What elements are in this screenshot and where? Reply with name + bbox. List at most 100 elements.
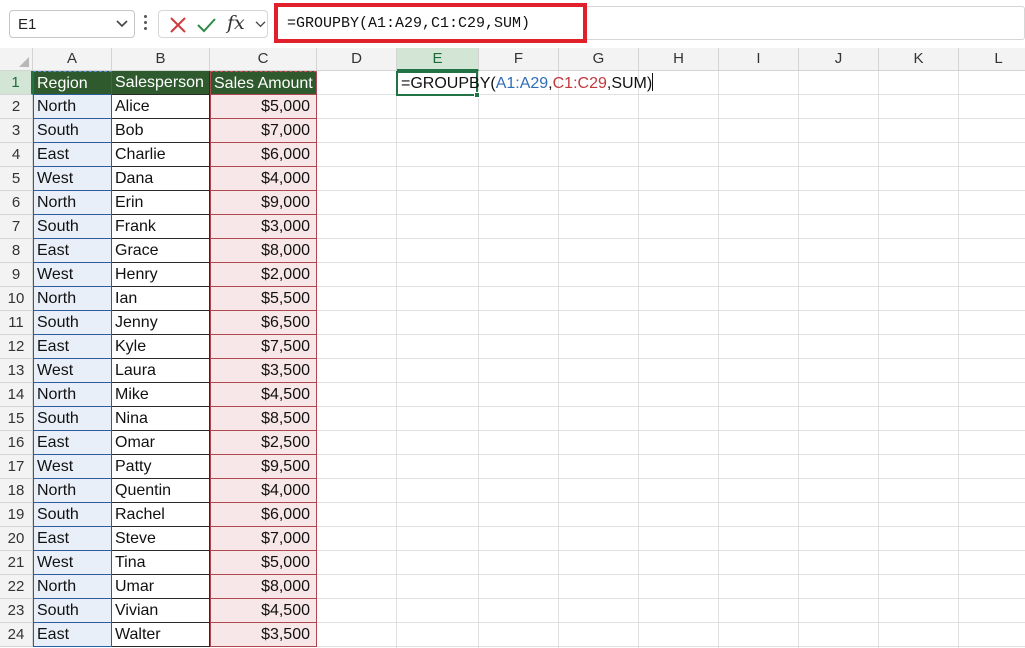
row-header-15[interactable]: 15 <box>0 407 33 431</box>
chevron-down-icon[interactable] <box>116 19 128 29</box>
cell-sales-amount[interactable]: $5,000 <box>210 95 317 119</box>
insert-function-button[interactable]: fx <box>227 12 245 34</box>
column-header-j[interactable]: J <box>799 48 879 71</box>
cell-salesperson[interactable]: Umar <box>112 575 210 599</box>
cell-sales-amount[interactable]: $8,000 <box>210 239 317 263</box>
select-all-button[interactable] <box>0 48 33 71</box>
cell-salesperson[interactable]: Omar <box>112 431 210 455</box>
cell-salesperson[interactable]: Henry <box>112 263 210 287</box>
column-header-l[interactable]: L <box>959 48 1025 71</box>
cell-sales-amount[interactable]: $7,000 <box>210 527 317 551</box>
column-header-b[interactable]: B <box>112 48 210 71</box>
cell-region[interactable]: East <box>33 335 112 359</box>
cell-region[interactable]: South <box>33 407 112 431</box>
cell-salesperson[interactable]: Patty <box>112 455 210 479</box>
cell-salesperson[interactable]: Bob <box>112 119 210 143</box>
column-header-f[interactable]: F <box>479 48 559 71</box>
row-header-12[interactable]: 12 <box>0 335 33 359</box>
cell-salesperson[interactable]: Kyle <box>112 335 210 359</box>
row-header-17[interactable]: 17 <box>0 455 33 479</box>
cell-region[interactable]: South <box>33 119 112 143</box>
cell-salesperson[interactable]: Nina <box>112 407 210 431</box>
cell-region[interactable]: North <box>33 95 112 119</box>
cell-salesperson[interactable]: Quentin <box>112 479 210 503</box>
row-header-13[interactable]: 13 <box>0 359 33 383</box>
name-box[interactable]: E1 <box>9 10 135 38</box>
spreadsheet-grid[interactable]: ABCDEFGHIJKL 1 2 3 4 5 6 7 8 9 10 11 12 13 14 15 16 17 18… <box>0 48 1025 648</box>
cell-salesperson[interactable]: Charlie <box>112 143 210 167</box>
cell-salesperson[interactable]: Laura <box>112 359 210 383</box>
cell-region[interactable]: West <box>33 167 112 191</box>
cell-region[interactable]: West <box>33 455 112 479</box>
cell-region[interactable]: East <box>33 623 112 647</box>
row-header-5[interactable]: 5 <box>0 167 33 191</box>
row-header-3[interactable]: 3 <box>0 119 33 143</box>
cell-region[interactable]: East <box>33 431 112 455</box>
cell-sales-amount[interactable]: $4,000 <box>210 479 317 503</box>
column-header-a[interactable]: A <box>33 48 112 71</box>
row-header-23[interactable]: 23 <box>0 599 33 623</box>
row-header-21[interactable]: 21 <box>0 551 33 575</box>
cell-salesperson[interactable]: Alice <box>112 95 210 119</box>
cancel-icon[interactable] <box>167 14 189 36</box>
row-header-9[interactable]: 9 <box>0 263 33 287</box>
header-cell-sales-amount[interactable]: Sales Amount <box>210 71 317 95</box>
cell-sales-amount[interactable]: $2,000 <box>210 263 317 287</box>
cell-region[interactable]: North <box>33 383 112 407</box>
header-cell-salesperson[interactable]: Salesperson <box>112 71 210 95</box>
row-header-8[interactable]: 8 <box>0 239 33 263</box>
check-icon[interactable] <box>195 14 217 36</box>
column-header-i[interactable]: I <box>719 48 799 71</box>
cell-region[interactable]: South <box>33 215 112 239</box>
header-cell-region[interactable]: Region <box>33 71 112 95</box>
row-header-4[interactable]: 4 <box>0 143 33 167</box>
row-header-20[interactable]: 20 <box>0 527 33 551</box>
cell-sales-amount[interactable]: $8,500 <box>210 407 317 431</box>
cell-region[interactable]: North <box>33 479 112 503</box>
row-header-24[interactable]: 24 <box>0 623 33 647</box>
cell-sales-amount[interactable]: $6,000 <box>210 143 317 167</box>
cell-salesperson[interactable]: Erin <box>112 191 210 215</box>
row-header-1[interactable]: 1 <box>0 71 33 95</box>
cell-sales-amount[interactable]: $4,000 <box>210 167 317 191</box>
row-header-16[interactable]: 16 <box>0 431 33 455</box>
row-header-7[interactable]: 7 <box>0 215 33 239</box>
column-header-e[interactable]: E <box>397 48 479 71</box>
cell-salesperson[interactable]: Mike <box>112 383 210 407</box>
cell-region[interactable]: South <box>33 599 112 623</box>
column-header-c[interactable]: C <box>210 48 317 71</box>
cell-region[interactable]: West <box>33 263 112 287</box>
row-header-11[interactable]: 11 <box>0 311 33 335</box>
row-header-10[interactable]: 10 <box>0 287 33 311</box>
cell-sales-amount[interactable]: $5,000 <box>210 551 317 575</box>
chevron-down-icon[interactable] <box>255 20 266 29</box>
cell-sales-amount[interactable]: $4,500 <box>210 599 317 623</box>
cell-salesperson[interactable]: Steve <box>112 527 210 551</box>
cell-salesperson[interactable]: Walter <box>112 623 210 647</box>
cell-region[interactable]: North <box>33 191 112 215</box>
cell-region[interactable]: East <box>33 143 112 167</box>
row-header-2[interactable]: 2 <box>0 95 33 119</box>
cell-sales-amount[interactable]: $3,000 <box>210 215 317 239</box>
cell-region[interactable]: East <box>33 239 112 263</box>
cell-sales-amount[interactable]: $2,500 <box>210 431 317 455</box>
cell-sales-amount[interactable]: $8,000 <box>210 575 317 599</box>
cell-sales-amount[interactable]: $6,000 <box>210 503 317 527</box>
cell-salesperson[interactable]: Rachel <box>112 503 210 527</box>
cell-salesperson[interactable]: Jenny <box>112 311 210 335</box>
row-header-19[interactable]: 19 <box>0 503 33 527</box>
row-header-22[interactable]: 22 <box>0 575 33 599</box>
column-header-k[interactable]: K <box>879 48 959 71</box>
cell-sales-amount[interactable]: $7,500 <box>210 335 317 359</box>
cell-sales-amount[interactable]: $5,500 <box>210 287 317 311</box>
cell-salesperson[interactable]: Ian <box>112 287 210 311</box>
row-header-14[interactable]: 14 <box>0 383 33 407</box>
cell-salesperson[interactable]: Tina <box>112 551 210 575</box>
cell-region[interactable]: West <box>33 551 112 575</box>
column-header-g[interactable]: G <box>559 48 639 71</box>
cell-sales-amount[interactable]: $9,000 <box>210 191 317 215</box>
cell-sales-amount[interactable]: $9,500 <box>210 455 317 479</box>
column-header-d[interactable]: D <box>317 48 397 71</box>
cell-region[interactable]: South <box>33 311 112 335</box>
column-header-h[interactable]: H <box>639 48 719 71</box>
